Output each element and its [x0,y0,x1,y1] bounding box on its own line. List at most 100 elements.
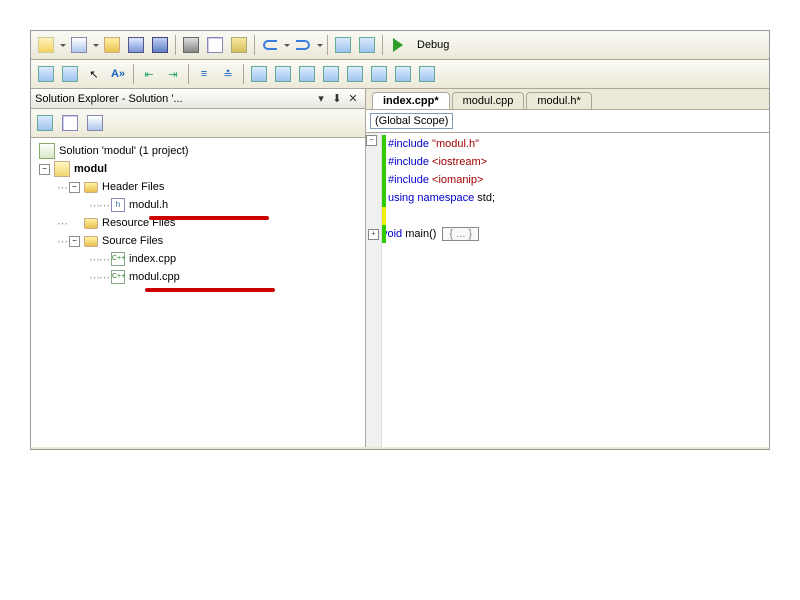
outdent-button[interactable]: ⇤ [138,63,160,85]
main-area: Solution Explorer - Solution '... ▾ ⬇ ✕ … [31,89,769,447]
save-all-button[interactable] [149,34,171,56]
view-code-button[interactable] [84,112,106,134]
file-node[interactable]: ⋯⋯ C++ modul.cpp [33,268,363,286]
separator [254,35,255,55]
code-area[interactable]: − #include "modul.h" #include <iostream>… [366,133,769,447]
comment-button[interactable]: ≡ [193,63,215,85]
nav-back-button[interactable] [332,34,354,56]
header-files-folder[interactable]: ⋯ − Header Files [33,178,363,196]
redo-button[interactable] [292,34,314,56]
new-item-button[interactable] [68,34,90,56]
collapsed-block[interactable]: { ... } [442,227,479,241]
code-line[interactable] [388,207,495,225]
code-line[interactable]: + void main() { ... } [388,225,495,243]
file-name: index.cpp [129,253,176,265]
code-line[interactable]: #include "modul.h" [388,135,495,153]
font-size-button[interactable]: A» [107,63,129,85]
code-line[interactable]: using namespace std; [388,189,495,207]
show-all-button[interactable] [59,112,81,134]
cpp-file-icon: C++ [111,270,125,284]
collapse-icon[interactable]: − [39,164,50,175]
ide-window: Debug ↖ A» ⇤ ⇥ ≡ ≛ Solution Explorer - S… [30,30,770,450]
solution-label: Solution 'modul' (1 project) [59,145,189,157]
change-bar [382,225,386,243]
unsaved-bar [382,207,386,225]
dropdown-icon[interactable] [317,44,323,47]
separator [243,64,244,84]
collapse-icon[interactable]: − [69,182,80,193]
solution-explorer-toolbar [31,109,365,138]
bookmark-prev-button[interactable] [296,63,318,85]
tree-line: ⋯ [57,217,67,230]
solution-explorer-header: Solution Explorer - Solution '... ▾ ⬇ ✕ [31,89,365,109]
change-bar [382,135,386,207]
code-lines[interactable]: #include "modul.h" #include <iostream> #… [382,133,501,447]
toolbox-button[interactable] [35,63,57,85]
folder-label: Source Files [102,235,163,247]
bookmark7-button[interactable] [392,63,414,85]
bookmark6-button[interactable] [368,63,390,85]
solution-tree[interactable]: Solution 'modul' (1 project) − modul ⋯ −… [31,138,365,447]
panel-title: Solution Explorer - Solution '... [35,93,313,105]
fold-plus-icon[interactable]: + [368,229,379,240]
open-button[interactable] [101,34,123,56]
bookmark8-button[interactable] [416,63,438,85]
dropdown-icon[interactable] [93,44,99,47]
tree-line: ⋯ [57,181,67,194]
code-editor: index.cpp* modul.cpp modul.h* (Global Sc… [366,89,769,447]
project-node[interactable]: − modul [33,160,363,178]
project-name: modul [74,163,107,175]
uncomment-button[interactable]: ≛ [217,63,239,85]
build-config-select[interactable]: Debug [411,37,455,53]
solution-node[interactable]: Solution 'modul' (1 project) [33,142,363,160]
cursor-icon[interactable]: ↖ [83,63,105,85]
source-files-folder[interactable]: ⋯ − Source Files [33,232,363,250]
undo-button[interactable] [259,34,281,56]
dropdown-icon[interactable] [284,44,290,47]
bookmark-clear-button[interactable] [320,63,342,85]
save-button[interactable] [125,34,147,56]
tab-modul-cpp[interactable]: modul.cpp [452,92,525,109]
scope-select[interactable]: (Global Scope) [370,113,453,129]
properties-button[interactable] [34,112,56,134]
toolbar-secondary: ↖ A» ⇤ ⇥ ≡ ≛ [31,60,769,89]
dropdown-icon[interactable]: ▾ [313,91,329,107]
paste-button[interactable] [228,34,250,56]
start-debug-button[interactable] [387,34,409,56]
tree-line: ⋯⋯ [89,253,109,266]
bookmark-next-button[interactable] [272,63,294,85]
nav-fwd-button[interactable] [356,34,378,56]
code-line[interactable]: #include <iomanip> [388,171,495,189]
bookmark-button[interactable] [248,63,270,85]
fold-minus-icon[interactable]: − [366,135,377,146]
code-line[interactable]: #include <iostream> [388,153,495,171]
pin-icon[interactable]: ⬇ [329,91,345,107]
folder-icon [84,236,98,247]
annotation-underline [145,288,275,292]
toolbar-main: Debug [31,31,769,60]
folder-icon [84,218,98,229]
tab-modul-h[interactable]: modul.h* [526,92,591,109]
separator [188,64,189,84]
copy-button[interactable] [204,34,226,56]
file-node[interactable]: ⋯⋯ h modul.h [33,196,363,214]
file-name: modul.h [129,199,168,211]
bookmark5-button[interactable] [344,63,366,85]
solution-icon [39,143,55,159]
cut-button[interactable] [180,34,202,56]
separator [133,64,134,84]
dropdown-icon[interactable] [60,44,66,47]
close-icon[interactable]: ✕ [345,91,361,107]
file-node[interactable]: ⋯⋯ C++ index.cpp [33,250,363,268]
collapse-icon[interactable]: − [69,236,80,247]
file-name: modul.cpp [129,271,180,283]
toolbox2-button[interactable] [59,63,81,85]
editor-tabs: index.cpp* modul.cpp modul.h* [366,89,769,110]
solution-explorer-panel: Solution Explorer - Solution '... ▾ ⬇ ✕ … [31,89,366,447]
indent-button[interactable]: ⇥ [162,63,184,85]
folder-icon [84,182,98,193]
separator [175,35,176,55]
new-project-button[interactable] [35,34,57,56]
tab-index-cpp[interactable]: index.cpp* [372,92,450,109]
h-file-icon: h [111,198,125,212]
